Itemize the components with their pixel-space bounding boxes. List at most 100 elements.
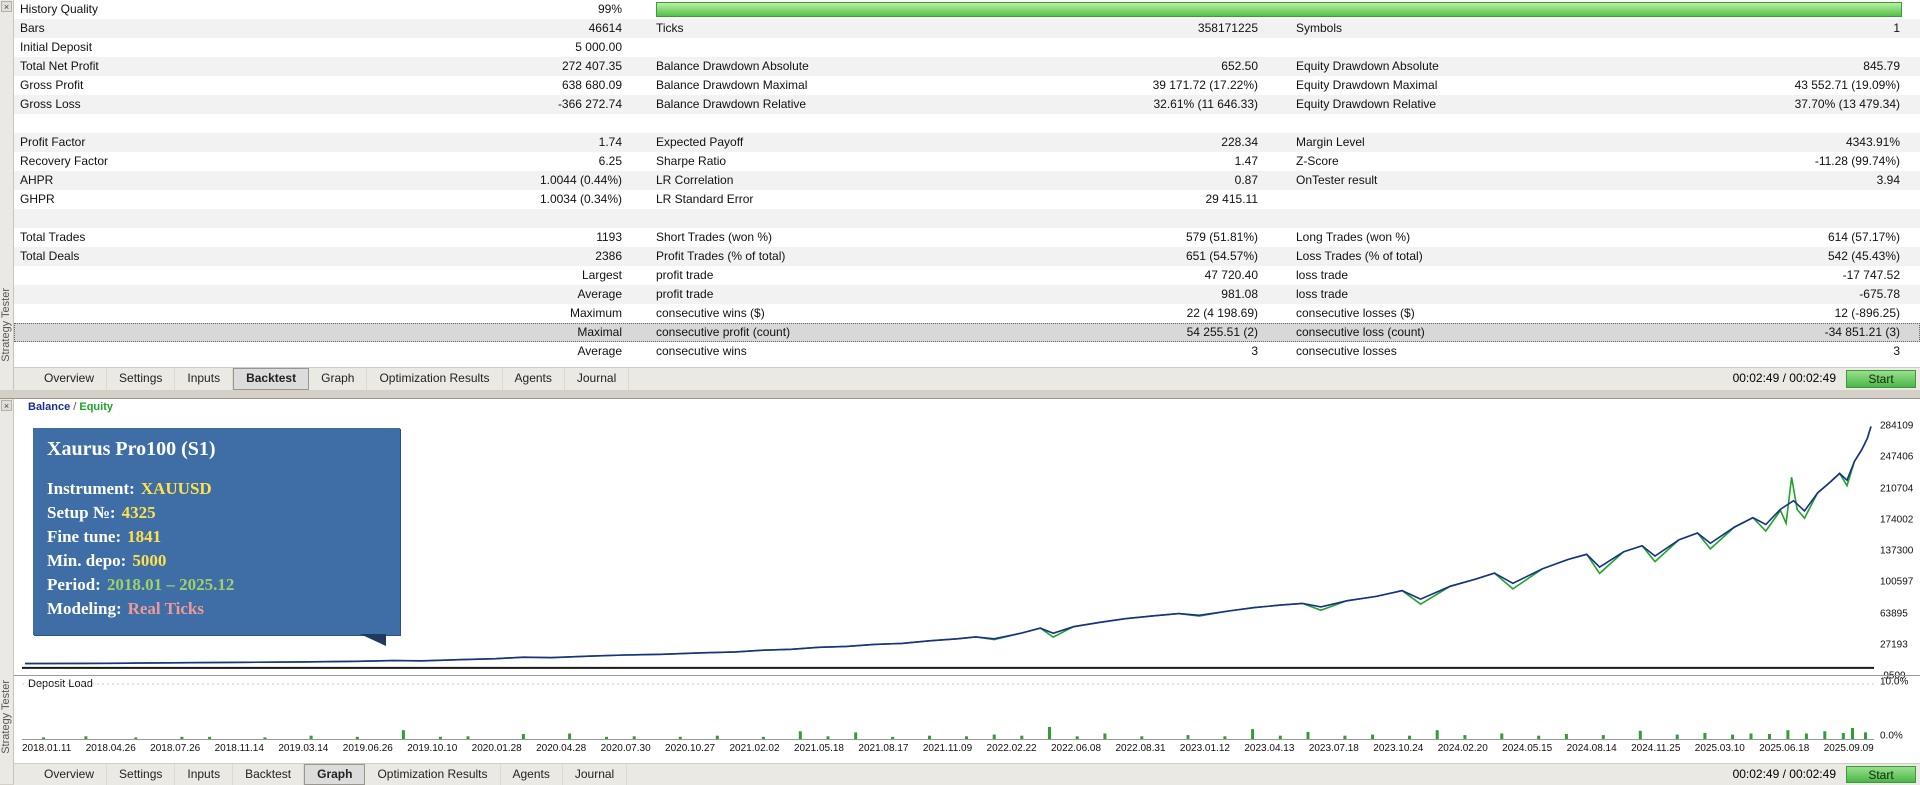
table-row[interactable]: Total Trades 1193 Short Trades (won %) 579 … — [14, 228, 1920, 247]
close-icon[interactable]: × — [1, 400, 12, 411]
stat-label: LR Standard Error — [656, 192, 754, 206]
table-row[interactable]: AHPR 1.0044 (0.44%) LR Correlation 0.87 OnTe… — [14, 171, 1920, 190]
close-icon[interactable]: × — [1, 1, 12, 12]
stat-value: 542 (45.43%) — [1827, 249, 1900, 263]
tab-overview[interactable]: Overview — [32, 764, 108, 785]
stat-value: 1.0034 (0.34%) — [539, 192, 622, 206]
stat-label: consecutive losses ($) — [1296, 306, 1415, 320]
start-button-top[interactable]: Start — [1846, 370, 1916, 388]
infobox-value: 4325 — [121, 503, 156, 522]
table-row[interactable]: Largest profit trade 47 720.40 loss trade -1… — [14, 266, 1920, 285]
date-label: 2021.08.17 — [858, 743, 909, 754]
tab-journal[interactable]: Journal — [565, 368, 630, 390]
stat-value: -34 851.21 (3) — [1824, 325, 1900, 339]
table-row[interactable]: History Quality 99% — [14, 0, 1920, 19]
table-row[interactable]: Total Deals 2386 Profit Trades (% of total… — [14, 247, 1920, 266]
date-label: 2019.03.14 — [278, 743, 329, 754]
stat-value: 99% — [597, 2, 622, 16]
stat-label: Total Net Profit — [20, 59, 99, 73]
tab-backtest[interactable]: Backtest — [233, 764, 305, 785]
deposit-load-bar — [1638, 730, 1642, 740]
date-label: 2024.02.20 — [1437, 743, 1488, 754]
tab-optimization-results[interactable]: Optimization Results — [367, 368, 503, 390]
table-row[interactable]: Gross Loss -366 272.74 Balance Drawdown Re… — [14, 95, 1920, 114]
stat-value: -366 272.74 — [557, 97, 622, 111]
tab-backtest[interactable]: Backtest — [233, 368, 310, 390]
stat-label: Equity Drawdown Maximal — [1296, 78, 1438, 92]
infobox-title: Xaurus Pro100 (S1) — [47, 438, 216, 460]
stat-value: 39 171.72 (17.22%) — [1152, 78, 1258, 92]
deposit-load-bar — [1343, 735, 1347, 739]
table-row[interactable]: Total Net Profit 272 407.35 Balance Drawdo… — [14, 57, 1920, 76]
deposit-load-bar — [854, 732, 858, 739]
tab-strip-bottom: Overview Settings Inputs Backtest Graph Optim… — [32, 764, 628, 785]
infobox-line: Period: 2018.01 – 2025.12 — [47, 573, 386, 597]
stat-value: 358171225 — [1197, 21, 1258, 35]
deposit-load-chart[interactable] — [22, 675, 1874, 741]
stat-label: Initial Deposit — [20, 40, 93, 54]
table-row[interactable]: Recovery Factor 6.25 Sharpe Ratio 1.47 Z-Sco… — [14, 152, 1920, 171]
stat-value: Maximal — [577, 325, 622, 339]
tab-agents[interactable]: Agents — [501, 764, 563, 785]
deposit-load-bar — [355, 736, 359, 739]
deposit-load-bar — [678, 736, 682, 739]
graph-panel: × Strategy Tester Balance / Equity 28410… — [0, 398, 1920, 785]
stat-label: Balance Drawdown Maximal — [656, 78, 808, 92]
deposit-load-bar — [632, 736, 636, 740]
stat-value: 4343.91% — [1845, 135, 1900, 149]
stat-label — [1258, 190, 1598, 209]
stat-value: 1193 — [596, 230, 622, 244]
infobox-label: Min. depo: — [47, 551, 127, 570]
tab-inputs[interactable]: Inputs — [175, 368, 234, 390]
stat-value: 12 (-896.25) — [1834, 306, 1900, 320]
infobox-line: Min. depo: 5000 — [47, 549, 386, 573]
tab-overview[interactable]: Overview — [32, 368, 108, 390]
deposit-load-bar — [1564, 734, 1568, 739]
infobox-label: Setup №: — [47, 503, 116, 522]
table-row[interactable]: Gross Profit 638 680.09 Balance Drawdown M… — [14, 76, 1920, 95]
deposit-load-bar — [1306, 731, 1310, 740]
deposit-load-bar — [42, 737, 45, 739]
tab-settings[interactable]: Settings — [107, 764, 176, 785]
table-row[interactable] — [14, 209, 1920, 228]
strategy-tester-label: Strategy Tester — [0, 680, 12, 754]
table-row[interactable]: Maximum consecutive wins ($) 22 (4 198.69)… — [14, 304, 1920, 323]
stat-value: 43 552.71 (19.09%) — [1794, 78, 1900, 92]
table-row[interactable]: Bars 46614 Ticks 358171225 Symbols 1 — [14, 19, 1920, 38]
infobox-value: XAUUSD — [140, 479, 212, 498]
date-label: 2025.03.10 — [1694, 743, 1745, 754]
table-row[interactable]: Average consecutive wins 3 consecutive loss… — [14, 342, 1920, 361]
date-axis: 2018.01.11 2018.04.26 2018.07.26 2018.11.14… — [22, 743, 1874, 754]
tab-graph[interactable]: Graph — [309, 368, 368, 390]
table-row[interactable]: Maximal consecutive profit (count) 54 255.… — [14, 323, 1920, 342]
table-row[interactable]: Initial Deposit 5 000.00 — [14, 38, 1920, 57]
tab-graph[interactable]: Graph — [304, 764, 366, 785]
tab-inputs[interactable]: Inputs — [175, 764, 234, 785]
deposit-load-bar — [891, 736, 895, 739]
stat-value — [1598, 114, 1900, 133]
deposit-load-bar — [1851, 728, 1854, 739]
legend-balance[interactable]: Balance — [28, 401, 70, 413]
tab-journal[interactable]: Journal — [563, 764, 628, 785]
stat-value — [1598, 38, 1900, 57]
stat-value: 3.94 — [1876, 173, 1900, 187]
tab-agents[interactable]: Agents — [503, 368, 565, 390]
deposit-load-bar — [1140, 736, 1144, 740]
table-row[interactable]: Average profit trade 981.08 loss trade -675.… — [14, 285, 1920, 304]
stat-label: Expected Payoff — [656, 135, 744, 149]
start-button-bottom[interactable]: Start — [1846, 766, 1916, 783]
stat-label: GHPR — [20, 192, 55, 206]
table-row[interactable] — [14, 114, 1920, 133]
tab-settings[interactable]: Settings — [107, 368, 176, 390]
table-row[interactable]: GHPR 1.0034 (0.34%) LR Standard Error 29 41… — [14, 190, 1920, 209]
stat-label — [14, 266, 402, 285]
stat-value: 3 — [1893, 344, 1900, 358]
table-row[interactable]: Profit Factor 1.74 Expected Payoff 228.34 Ma… — [14, 133, 1920, 152]
stat-label: Balance Drawdown Relative — [656, 97, 807, 111]
deposit-load-bar — [1251, 729, 1255, 739]
tab-optimization-results[interactable]: Optimization Results — [365, 764, 501, 785]
strategy-tester-label: Strategy Tester — [0, 288, 12, 362]
date-label: 2023.01.12 — [1179, 743, 1230, 754]
deposit-load-bar — [992, 734, 996, 739]
legend-equity[interactable]: Equity — [79, 401, 113, 413]
